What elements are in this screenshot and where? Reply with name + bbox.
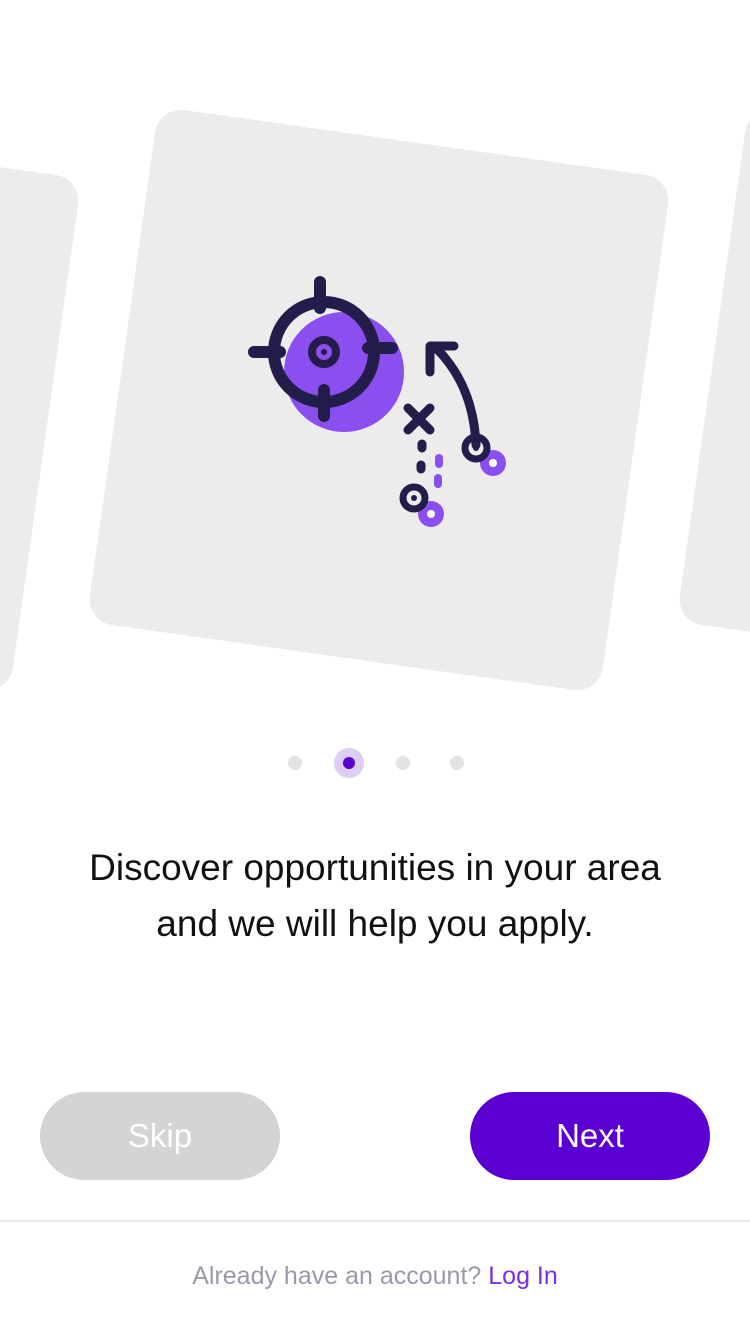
page-dot-3[interactable]: [396, 756, 410, 770]
onboarding-headline: Discover opportunities in your area and …: [40, 840, 710, 952]
active-dot-indicator: [343, 757, 355, 769]
page-dot-1[interactable]: [288, 756, 302, 770]
carousel-card-next[interactable]: [676, 106, 750, 694]
page-dot-4[interactable]: [450, 756, 464, 770]
footer-divider: [0, 1220, 750, 1222]
target-strategy-icon: [248, 276, 506, 527]
skip-button[interactable]: Skip: [40, 1092, 280, 1180]
next-button[interactable]: Next: [470, 1092, 710, 1180]
page-dot-2-active[interactable]: [334, 748, 364, 778]
onboarding-screen: Discover opportunities in your area and …: [0, 0, 750, 1334]
page-indicator: [0, 748, 750, 778]
login-prompt: Already have an account? Log In: [0, 1256, 750, 1296]
login-prompt-text: Already have an account?: [192, 1262, 489, 1290]
carousel-card-previous[interactable]: [0, 106, 82, 694]
login-link[interactable]: Log In: [488, 1262, 558, 1290]
headline-line-1: Discover opportunities in your area: [89, 847, 661, 888]
headline-line-2: and we will help you apply.: [156, 903, 594, 944]
